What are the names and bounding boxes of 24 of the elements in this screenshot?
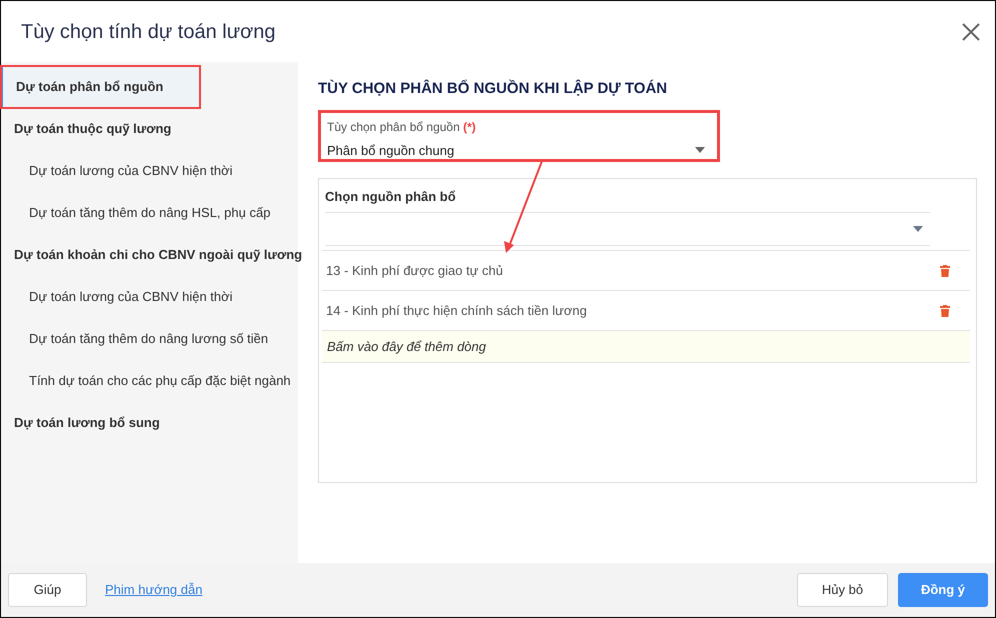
sidebar-item[interactable]: Dự toán tăng thêm do nâng HSL, phụ cấp bbox=[1, 192, 298, 234]
sidebar-item[interactable]: Tính dự toán cho các phụ cấp đặc biệt ngành bbox=[1, 360, 298, 402]
section-heading: TÙY CHỌN PHÂN BỔ NGUỒN KHI LẬP DỰ TOÁN bbox=[318, 78, 668, 99]
cancel-button[interactable]: Hủy bỏ bbox=[797, 573, 888, 607]
help-button[interactable]: Giúp bbox=[8, 573, 87, 607]
sidebar-item[interactable]: Dự toán lương của CBNV hiện thời bbox=[1, 276, 298, 318]
sidebar-item[interactable]: Dự toán thuộc quỹ lương bbox=[1, 108, 298, 150]
sidebar-item[interactable]: Dự toán lương của CBNV hiện thời bbox=[1, 150, 298, 192]
panel-title: Chọn nguồn phân bổ bbox=[325, 188, 456, 206]
trash-icon[interactable] bbox=[940, 304, 950, 316]
source-option-dropdown[interactable]: Tùy chọn phân bổ nguồn (*) Phân bổ nguồn chung bbox=[318, 110, 720, 162]
field-value: Phân bổ nguồn chung bbox=[327, 142, 454, 160]
dropdown-caret-icon bbox=[695, 147, 705, 154]
sidebar-item[interactable]: Dự toán lương bổ sung bbox=[1, 402, 298, 444]
add-row[interactable]: Bấm vào đây để thêm dòng bbox=[322, 330, 970, 363]
tutorial-video-link[interactable]: Phim hướng dẫn bbox=[105, 580, 202, 600]
source-row-text: 14 - Kinh phí thực hiện chính sách tiền lương bbox=[326, 302, 587, 320]
source-row-text: 13 - Kinh phí được giao tự chủ bbox=[326, 262, 503, 280]
dropdown-caret-icon bbox=[913, 226, 923, 232]
sidebar-item[interactable]: Dự toán tăng thêm do nâng lương số tiền bbox=[1, 318, 298, 360]
window-title: Tùy chọn tính dự toán lương bbox=[21, 20, 276, 44]
sidebar-item[interactable]: Dự toán phân bổ nguồn bbox=[1, 66, 200, 108]
field-label: Tùy chọn phân bổ nguồn (*) bbox=[327, 118, 476, 136]
trash-icon[interactable] bbox=[940, 264, 950, 276]
